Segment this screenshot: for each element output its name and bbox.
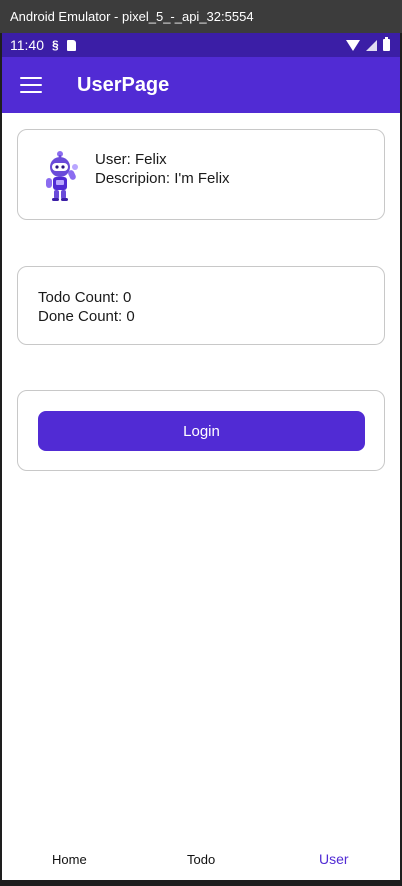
- signal-icon: [366, 39, 377, 51]
- device-frame: 11:40 § UserPage User: Felix Descripion:…: [0, 33, 402, 886]
- bottom-tab-bar: Home Todo User: [2, 830, 400, 880]
- tab-home[interactable]: Home: [52, 852, 87, 867]
- status-bar: 11:40 §: [2, 33, 400, 57]
- hamburger-icon[interactable]: [20, 77, 42, 93]
- battery-icon: [383, 37, 390, 51]
- user-name-label: User: Felix: [95, 151, 167, 168]
- emulator-title-bar: Android Emulator - pixel_5_-_api_32:5554: [0, 0, 402, 33]
- sync-icon: §: [52, 38, 59, 52]
- status-time: 11:40: [10, 37, 44, 53]
- done-count-label: Done Count: 0: [38, 308, 135, 325]
- login-card: Login: [17, 390, 385, 471]
- user-card: User: Felix Descripion: I'm Felix: [17, 129, 385, 220]
- stats-card: Todo Count: 0 Done Count: 0: [17, 266, 385, 345]
- todo-count-label: Todo Count: 0: [38, 289, 132, 306]
- login-button[interactable]: Login: [38, 411, 365, 451]
- window-title: Android Emulator - pixel_5_-_api_32:5554: [10, 9, 254, 24]
- app-bar: UserPage: [2, 57, 400, 113]
- dotnet-bot-icon: [46, 151, 78, 201]
- phone-screen: 11:40 § UserPage User: Felix Descripion:…: [2, 33, 400, 880]
- sd-card-icon: [66, 39, 76, 51]
- tab-todo[interactable]: Todo: [187, 852, 215, 867]
- wifi-icon: [346, 39, 360, 51]
- tab-user[interactable]: User: [319, 851, 349, 867]
- page-title: UserPage: [77, 73, 170, 96]
- user-description-label: Descripion: I'm Felix: [95, 170, 230, 187]
- user-info: User: Felix Descripion: I'm Felix: [95, 150, 230, 188]
